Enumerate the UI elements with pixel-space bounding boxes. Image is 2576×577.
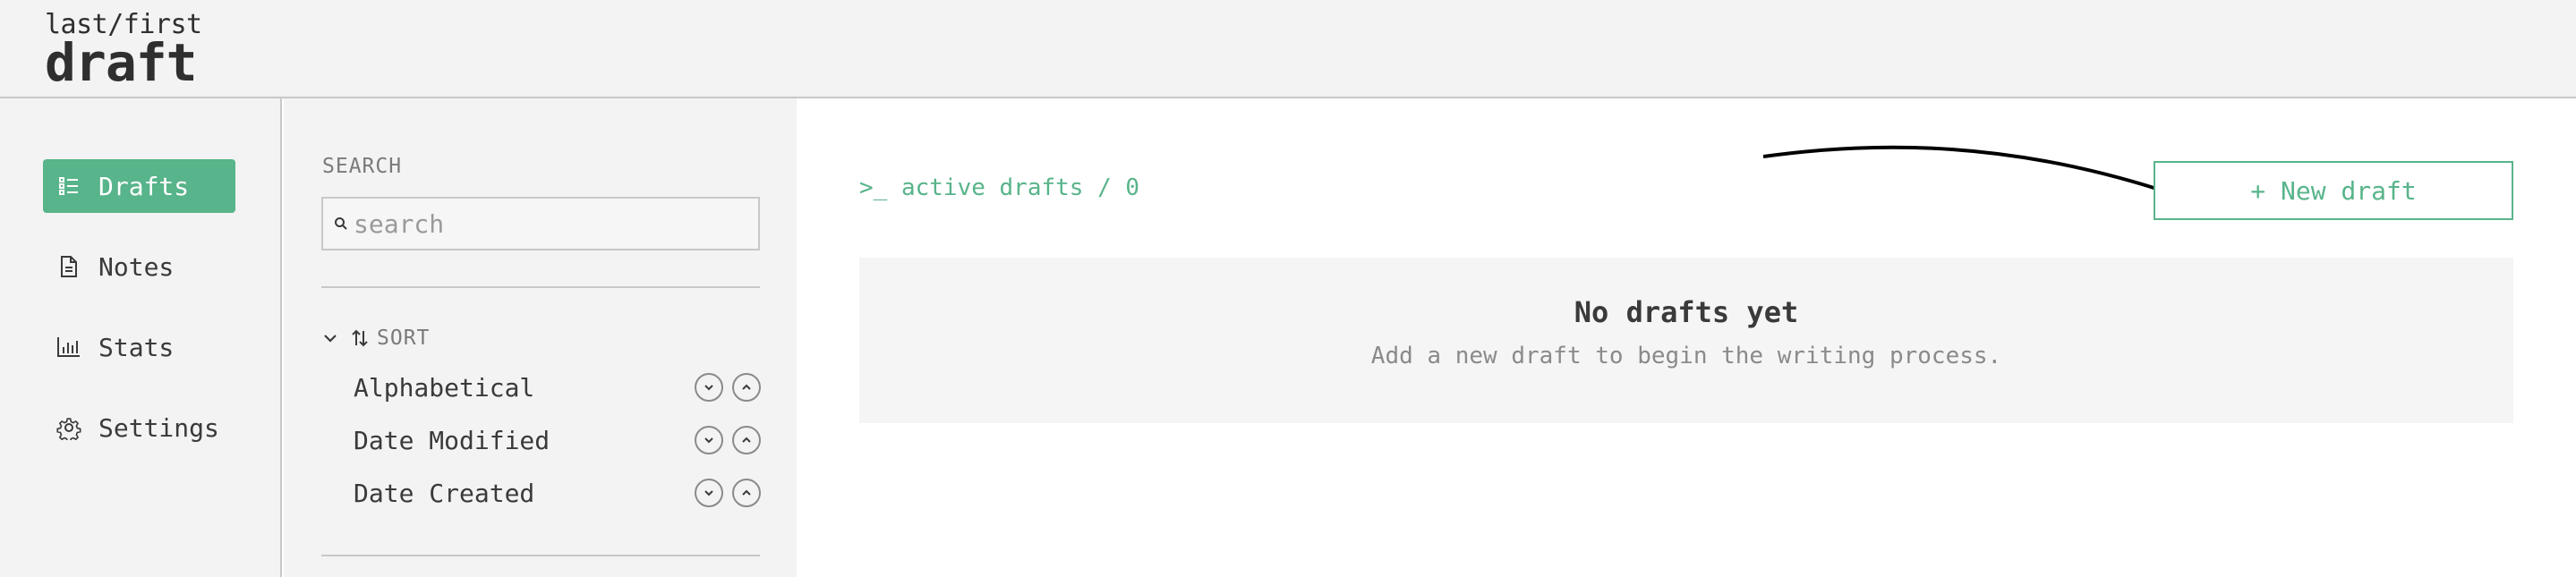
sidebar-item-label: Notes — [98, 251, 175, 282]
sort-descending-button[interactable] — [695, 373, 723, 402]
sort-icon — [350, 328, 370, 348]
list-icon — [55, 173, 82, 199]
chevron-down-icon — [704, 490, 713, 496]
sort-ascending-button[interactable] — [732, 426, 761, 454]
sidebar-nav: Drafts Notes Stats Settings — [0, 98, 282, 577]
sort-option-alphabetical: Alphabetical — [354, 369, 761, 405]
sidebar-item-label: Settings — [98, 412, 219, 443]
divider — [321, 555, 760, 556]
search-field[interactable] — [321, 197, 760, 250]
annotation-arrow — [1763, 145, 2182, 200]
sidebar-item-stats[interactable]: Stats — [43, 320, 235, 374]
gear-icon — [55, 414, 82, 441]
sort-ascending-button[interactable] — [732, 373, 761, 402]
sort-option-label: Alphabetical — [354, 372, 535, 403]
chevron-down-icon — [704, 437, 713, 444]
empty-state: No drafts yet Add a new draft to begin t… — [859, 258, 2513, 423]
sort-descending-button[interactable] — [695, 479, 723, 507]
sidebar-item-drafts[interactable]: Drafts — [43, 159, 235, 213]
filter-panel: SEARCH SORT Alphabetical — [284, 98, 797, 577]
chevron-up-icon — [742, 384, 751, 390]
sort-toggle[interactable]: SORT — [321, 327, 430, 350]
document-icon — [55, 253, 82, 280]
logo-bottom-text: draft — [45, 32, 198, 93]
sidebar-item-label: Stats — [98, 332, 175, 362]
sort-option-date-modified: Date Modified — [354, 422, 761, 458]
divider — [321, 286, 760, 288]
sort-ascending-button[interactable] — [732, 479, 761, 507]
search-icon — [334, 216, 348, 231]
empty-state-title: No drafts yet — [1574, 295, 1799, 329]
search-label: SEARCH — [322, 155, 403, 178]
main-content: >_ active drafts / 0 + New draft No draf… — [797, 98, 2576, 577]
sort-label: SORT — [377, 327, 431, 350]
sort-option-label: Date Modified — [354, 425, 550, 455]
breadcrumb: >_ active drafts / 0 — [859, 174, 1140, 201]
sidebar-item-settings[interactable]: Settings — [43, 401, 235, 454]
search-input[interactable] — [354, 208, 747, 239]
chevron-down-icon — [704, 385, 713, 391]
sort-descending-button[interactable] — [695, 426, 723, 454]
chevron-down-icon — [321, 329, 339, 347]
sort-option-date-created: Date Created — [354, 475, 761, 511]
app-logo[interactable]: last/first draft — [45, 11, 202, 93]
app-header: last/first draft — [0, 0, 2576, 98]
chevron-up-icon — [742, 437, 751, 443]
sidebar-item-notes[interactable]: Notes — [43, 240, 235, 293]
chevron-up-icon — [742, 489, 751, 496]
sort-option-label: Date Created — [354, 478, 535, 508]
empty-state-subtitle: Add a new draft to begin the writing pro… — [1370, 343, 2002, 369]
sidebar-item-label: Drafts — [98, 171, 190, 201]
new-draft-button[interactable]: + New draft — [2154, 161, 2513, 220]
bar-chart-icon — [55, 334, 82, 361]
